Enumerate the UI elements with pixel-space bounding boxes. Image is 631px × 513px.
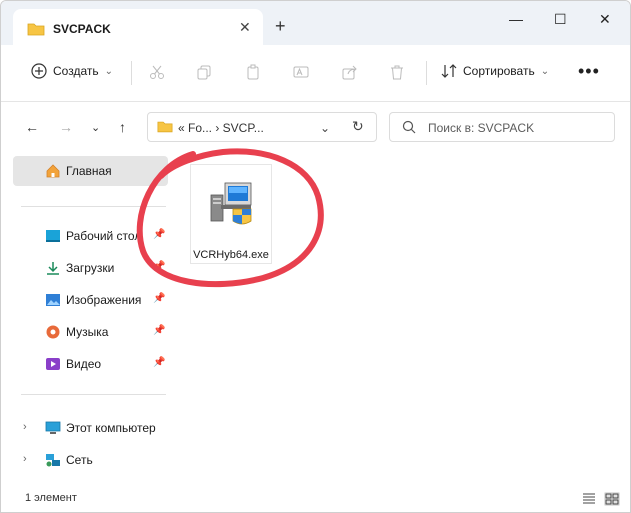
minimize-button[interactable]: — — [509, 11, 523, 27]
annotation-circle — [136, 148, 324, 288]
more-options-button[interactable]: ••• — [578, 61, 600, 82]
explorer-window: SVCPACK ✕ + — ☐ ✕ Создать ⌄ Сортировать … — [0, 0, 631, 513]
pin-icon: 📌 — [153, 357, 166, 368]
back-button[interactable]: ← — [25, 119, 39, 135]
toolbar-divider — [131, 61, 132, 85]
chevron-right-icon[interactable]: › — [23, 421, 27, 433]
share-icon[interactable] — [342, 64, 358, 80]
sidebar-divider — [21, 394, 166, 395]
command-bar: Создать ⌄ Сортировать ⌄ ••• — [1, 45, 630, 102]
search-icon — [402, 120, 416, 134]
search-placeholder: Поиск в: SVCPACK — [428, 121, 535, 135]
network-icon — [45, 453, 61, 467]
sidebar-item-label: Сеть — [66, 453, 93, 467]
rename-icon[interactable] — [293, 64, 309, 80]
computer-icon — [45, 421, 61, 435]
sidebar-item-label: Этот компьютер — [66, 421, 156, 435]
sort-icon — [441, 63, 457, 79]
sidebar-item-video[interactable]: Видео 📌 — [13, 349, 168, 379]
music-icon — [45, 325, 61, 339]
cut-icon[interactable] — [149, 64, 165, 80]
up-button[interactable]: ↑ — [119, 119, 126, 135]
recent-locations-button[interactable]: ⌄ — [91, 121, 100, 134]
plus-circle-icon — [31, 63, 47, 79]
address-dropdown-button[interactable]: ⌄ — [320, 121, 330, 135]
home-icon — [45, 164, 61, 178]
title-bar: SVCPACK ✕ + — ☐ ✕ — [1, 1, 630, 45]
toolbar-divider — [426, 61, 427, 85]
chevron-down-icon: ⌄ — [540, 65, 550, 77]
sidebar-item-label: Видео — [66, 357, 102, 371]
tab-close-button[interactable]: ✕ — [239, 19, 251, 36]
create-button[interactable]: Создать ⌄ — [31, 63, 113, 79]
images-icon — [45, 293, 61, 307]
sidebar-item-network[interactable]: › Сеть — [13, 445, 168, 475]
sidebar-item-music[interactable]: Музыка 📌 — [13, 317, 168, 347]
pin-icon: 📌 — [153, 293, 166, 304]
tiles-view-icon[interactable] — [604, 492, 620, 506]
item-count: 1 элемент — [25, 492, 77, 504]
chevron-down-icon: ⌄ — [104, 65, 113, 77]
file-list: VCRHyb64.exe — [136, 148, 630, 484]
sort-button[interactable]: Сортировать ⌄ — [441, 63, 549, 79]
folder-icon — [157, 120, 173, 133]
address-path: « Fo... › SVCP... — [178, 121, 264, 135]
close-window-button[interactable]: ✕ — [599, 11, 611, 28]
create-label: Создать — [53, 64, 99, 78]
tab-title: SVCPACK — [53, 22, 111, 36]
sidebar-item-label: Изображения — [66, 293, 142, 307]
status-bar: 1 элемент — [1, 484, 630, 512]
details-view-icon[interactable] — [581, 492, 597, 506]
pin-icon: 📌 — [153, 325, 166, 336]
copy-icon[interactable] — [196, 64, 212, 80]
desktop-icon — [45, 229, 61, 243]
forward-button[interactable]: → — [59, 119, 73, 135]
tab-svcpack[interactable]: SVCPACK ✕ — [13, 9, 263, 45]
sort-label: Сортировать — [463, 64, 535, 78]
folder-icon — [27, 22, 45, 36]
new-tab-button[interactable]: + — [275, 17, 286, 35]
refresh-button[interactable]: ↻ — [352, 118, 364, 135]
maximize-button[interactable]: ☐ — [554, 11, 567, 28]
sidebar-item-this-pc[interactable]: › Этот компьютер — [13, 413, 168, 443]
paste-icon[interactable] — [245, 64, 261, 80]
address-bar[interactable]: « Fo... › SVCP... ⌄ ↻ — [147, 112, 377, 142]
search-box[interactable]: Поиск в: SVCPACK — [389, 112, 615, 142]
video-icon — [45, 357, 61, 371]
delete-icon[interactable] — [389, 64, 405, 80]
chevron-right-icon[interactable]: › — [23, 453, 27, 465]
download-icon — [45, 261, 61, 275]
sidebar-item-label: Музыка — [66, 325, 109, 339]
